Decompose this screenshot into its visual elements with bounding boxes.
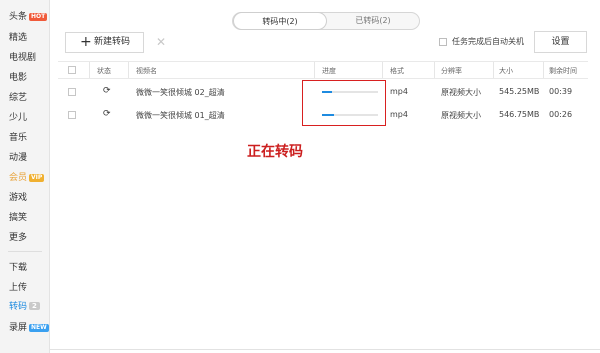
- sidebar-item-label: 少儿: [9, 113, 28, 123]
- column-divider: [89, 62, 90, 78]
- column-divider: [493, 62, 494, 78]
- sidebar-item-anime[interactable]: 动漫: [9, 152, 27, 164]
- sidebar-item-label: 下载: [9, 263, 28, 273]
- sidebar-item-label: 综艺: [9, 93, 28, 103]
- header-progress: 进度: [322, 67, 336, 75]
- format: mp4: [390, 110, 408, 119]
- transcoding-status-icon: ⟳: [103, 109, 111, 119]
- bottom-divider: [50, 349, 600, 350]
- sidebar-item-label: 音乐: [9, 133, 28, 143]
- sidebar-item-more[interactable]: 更多: [9, 232, 27, 244]
- sidebar-item-games[interactable]: 游戏: [9, 192, 27, 204]
- annotation-text: 正在转码: [247, 144, 303, 160]
- sidebar-item-music[interactable]: 音乐: [9, 132, 27, 144]
- sidebar-item-record[interactable]: 录屏 NEW: [9, 322, 49, 334]
- table-header: 状态 视频名 进度 格式 分辨率 大小 剩余时间: [58, 61, 588, 79]
- header-remaining: 剩余时间: [549, 67, 577, 75]
- sidebar-item-label: 精选: [9, 33, 28, 43]
- sidebar-item-upload[interactable]: 上传: [9, 282, 27, 294]
- sidebar-item-label: 搞笑: [9, 213, 28, 223]
- remaining-time: 00:39: [549, 87, 573, 96]
- file-size: 545.25MB: [499, 87, 540, 96]
- sidebar: 头条 HOT 精选 电视剧 电影 综艺 少儿 音乐 动漫 会员 VIP 游戏 搞笑 …: [0, 0, 50, 353]
- sidebar-item-label: 电影: [9, 73, 28, 83]
- row-checkbox[interactable]: [68, 88, 76, 96]
- header-size: 大小: [499, 67, 513, 75]
- resolution: 原视频大小: [441, 88, 481, 97]
- sidebar-item-label: 头条: [9, 12, 28, 22]
- sidebar-item-label: 更多: [9, 233, 28, 243]
- sidebar-item-funny[interactable]: 搞笑: [9, 212, 27, 224]
- header-format: 格式: [390, 67, 404, 75]
- file-size: 546.75MB: [499, 110, 540, 119]
- sidebar-item-label: 转码: [9, 302, 28, 312]
- plus-icon: +: [80, 34, 92, 50]
- new-transcode-button[interactable]: + 新建转码: [65, 32, 144, 53]
- tab-transcoding[interactable]: 转码中(2): [233, 12, 327, 30]
- vip-badge: VIP: [29, 174, 45, 182]
- new-badge: NEW: [29, 324, 49, 332]
- tab-transcoded[interactable]: 已转码(2): [327, 13, 419, 29]
- sidebar-divider: [8, 251, 42, 252]
- sidebar-item-download[interactable]: 下载: [9, 262, 27, 274]
- column-divider: [543, 62, 544, 78]
- video-name: 微微一笑很倾城 02_超清: [136, 88, 225, 97]
- header-status: 状态: [97, 67, 111, 75]
- sidebar-item-label: 上传: [9, 283, 28, 293]
- transcode-tabs: 转码中(2) 已转码(2): [232, 12, 420, 30]
- count-badge: 2: [29, 302, 40, 310]
- row-checkbox[interactable]: [68, 111, 76, 119]
- sidebar-item-movies[interactable]: 电影: [9, 72, 27, 84]
- delete-icon[interactable]: ✕: [156, 35, 166, 49]
- settings-button[interactable]: 设置: [534, 31, 587, 53]
- sidebar-item-transcode[interactable]: 转码 2: [9, 301, 40, 313]
- sidebar-item-label: 电视剧: [9, 53, 37, 63]
- sidebar-item-headlines[interactable]: 头条 HOT: [9, 11, 48, 23]
- highlight-box: [302, 80, 386, 126]
- resolution: 原视频大小: [441, 111, 481, 120]
- header-name[interactable]: 视频名: [136, 66, 157, 76]
- column-divider: [382, 62, 383, 78]
- sidebar-item-label: 游戏: [9, 193, 28, 203]
- sidebar-item-label: 会员: [9, 173, 28, 183]
- column-divider: [128, 62, 129, 78]
- sidebar-item-label: 录屏: [9, 323, 28, 333]
- sidebar-item-variety[interactable]: 综艺: [9, 92, 27, 104]
- sidebar-item-kids[interactable]: 少儿: [9, 112, 27, 124]
- sidebar-item-tv[interactable]: 电视剧: [9, 52, 36, 64]
- auto-shutdown-label: 任务完成后自动关机: [452, 37, 524, 46]
- sidebar-item-featured[interactable]: 精选: [9, 32, 27, 44]
- new-transcode-label: 新建转码: [94, 37, 131, 47]
- select-all-checkbox[interactable]: [68, 66, 76, 74]
- header-resolution: 分辨率: [441, 67, 462, 75]
- sidebar-item-vip[interactable]: 会员 VIP: [9, 172, 45, 184]
- column-divider: [314, 62, 315, 78]
- remaining-time: 00:26: [549, 110, 573, 119]
- sidebar-item-label: 动漫: [9, 153, 28, 163]
- hot-badge: HOT: [29, 13, 48, 21]
- column-divider: [434, 62, 435, 78]
- auto-shutdown-checkbox[interactable]: [439, 38, 447, 46]
- transcoding-status-icon: ⟳: [103, 86, 111, 96]
- video-name: 微微一笑很倾城 01_超清: [136, 111, 225, 120]
- format: mp4: [390, 87, 408, 96]
